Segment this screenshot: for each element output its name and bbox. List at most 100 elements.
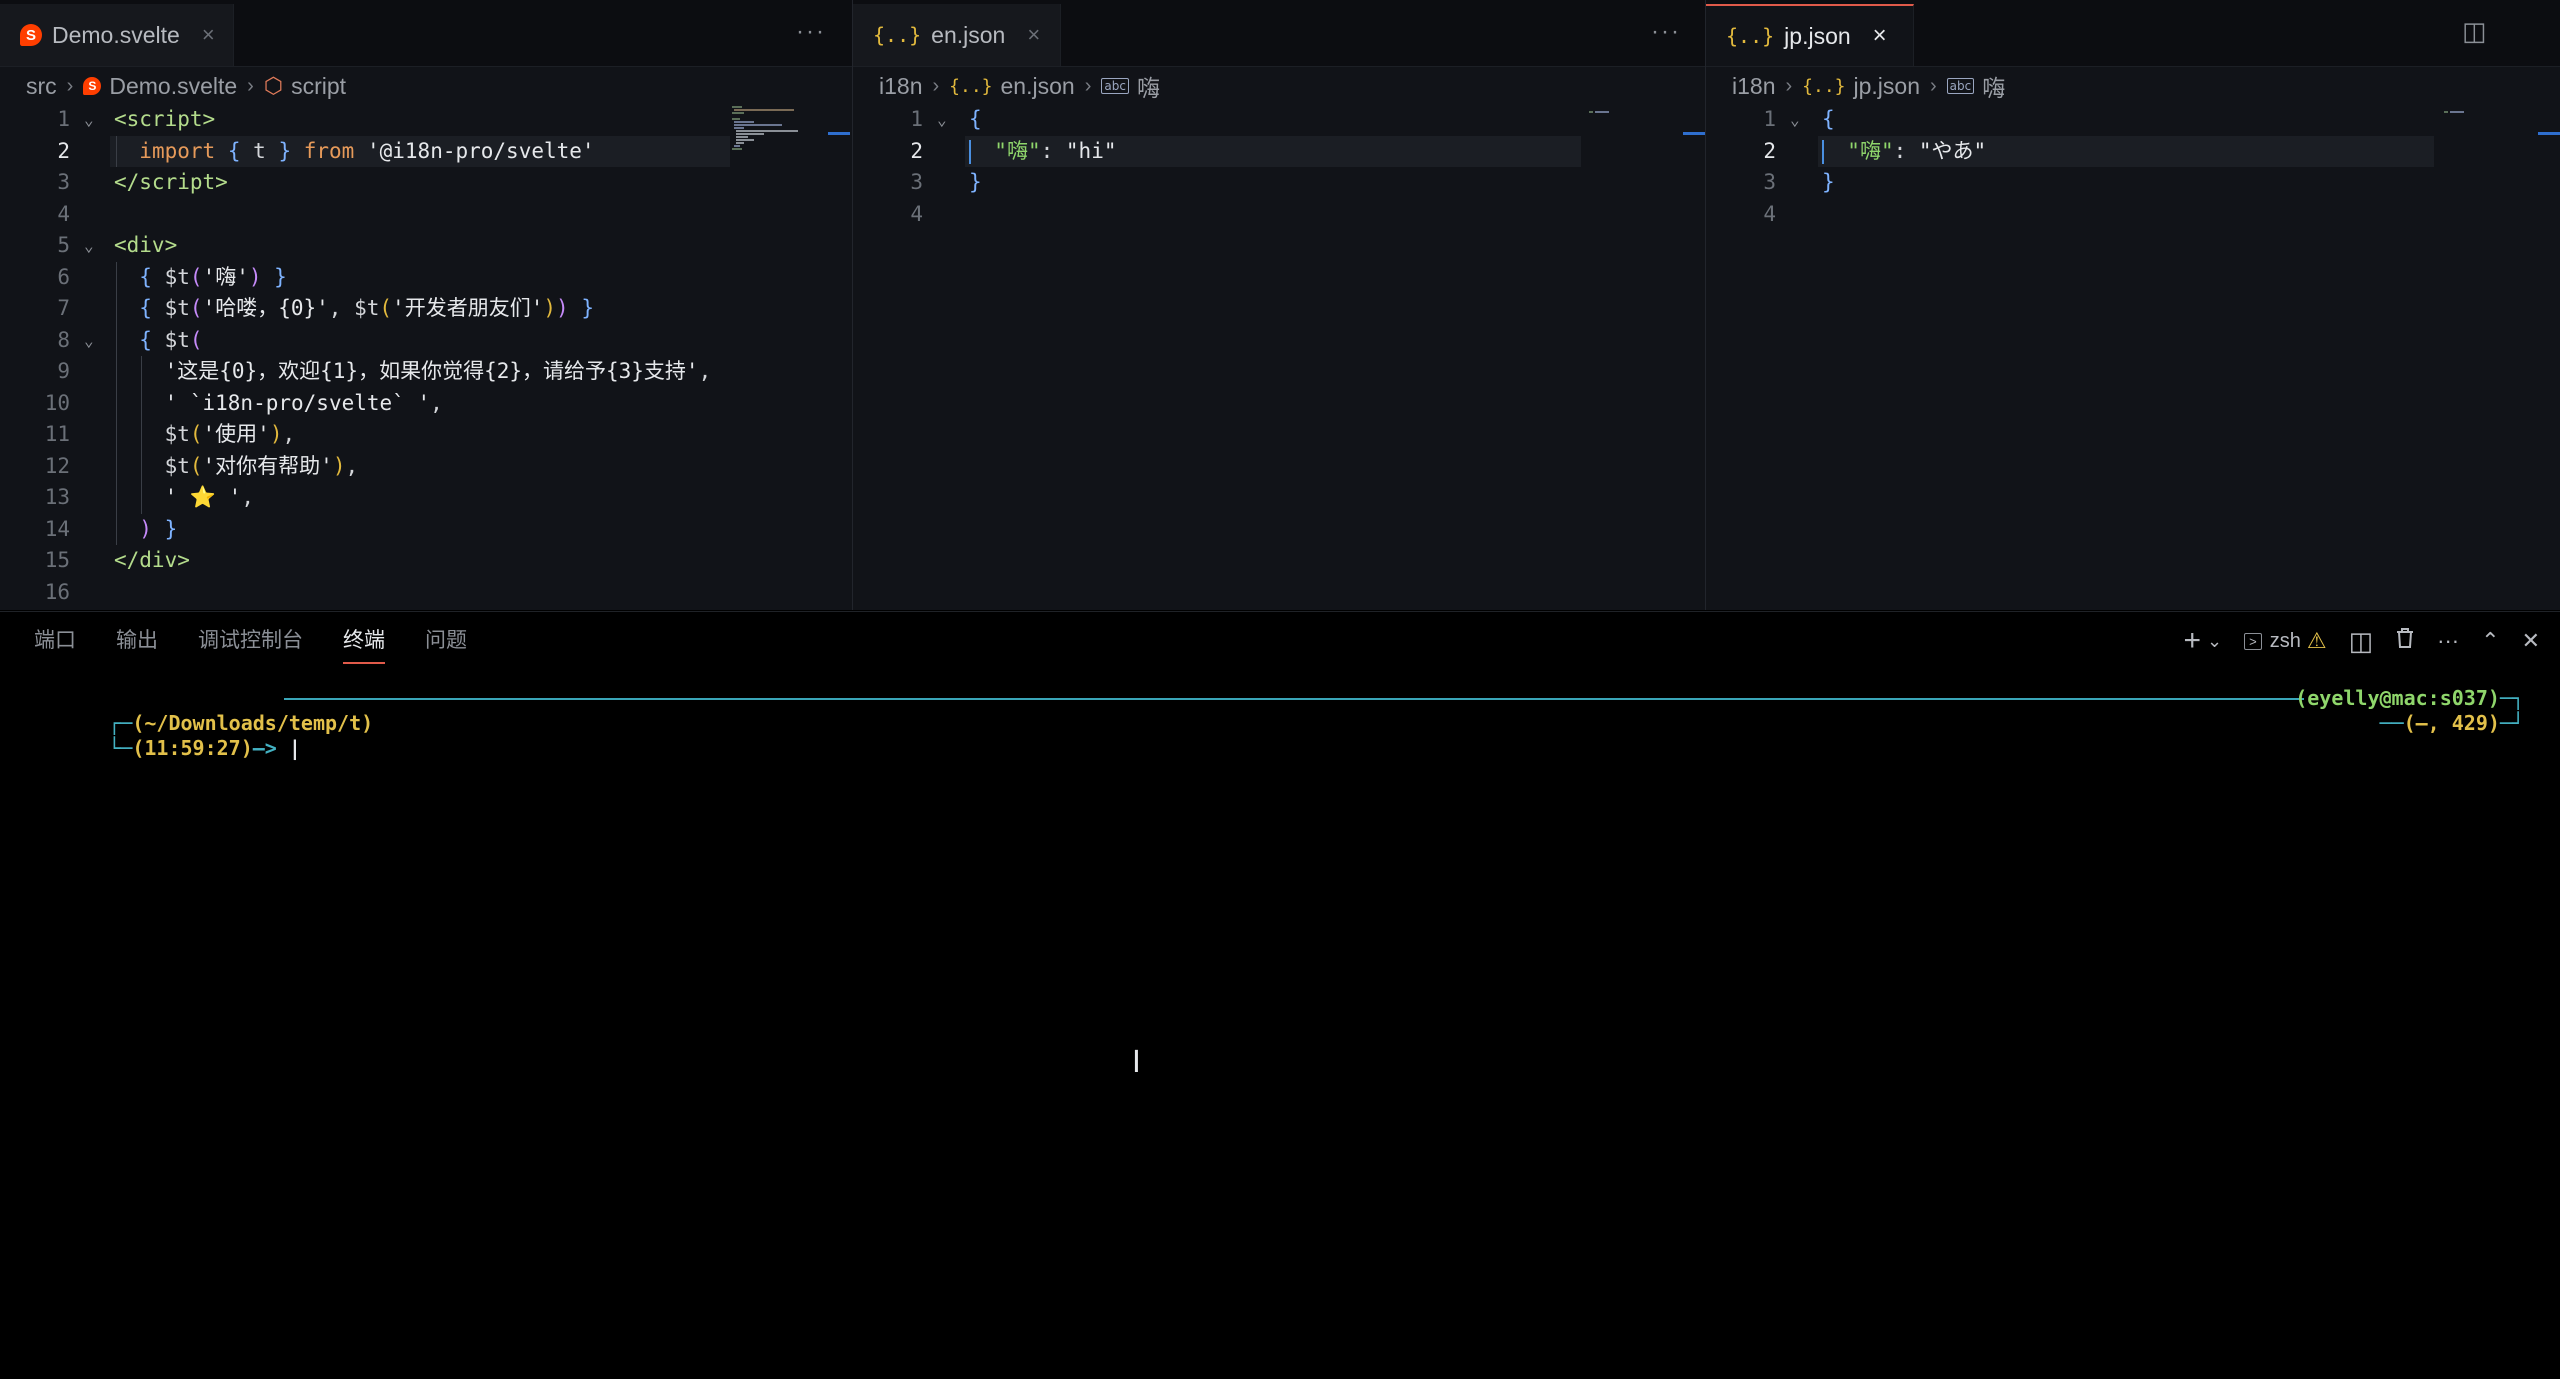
panel-tabs: 端口 输出 调试控制台 终端 问题 (0, 612, 507, 670)
code-text: ' ⭐️ ', (164, 485, 254, 509)
maximize-panel-icon[interactable]: ⌃ (2481, 628, 2499, 654)
code-line[interactable]: 4 (0, 199, 852, 231)
chevron-down-icon[interactable]: ⌄ (2207, 631, 2222, 652)
code-text: $t('使用'), (164, 422, 296, 446)
close-panel-icon[interactable]: ✕ (2522, 628, 2540, 654)
tab-label: jp.json (1784, 22, 1851, 49)
code-line[interactable]: 12 $t('对你有帮助'), (0, 450, 852, 482)
prompt-corner: └─ (108, 736, 133, 760)
code-line[interactable]: 3 </script> (0, 167, 852, 199)
chevron-right-icon: › (1084, 74, 1092, 97)
chevron-right-icon: › (932, 74, 940, 97)
prompt-corner-right: ─┐ (2499, 686, 2524, 710)
code-line[interactable]: 2 "嗨": "やあ" (1706, 135, 2560, 167)
chevron-right-icon: › (1785, 74, 1793, 97)
line-number: 9 (57, 359, 70, 383)
breadcrumb-item-symbol[interactable]: 嗨 (1982, 69, 2005, 103)
tab-jp-json[interactable]: {..} jp.json × (1706, 4, 1914, 66)
editor-group-jp-json: {..} jp.json × ◫ i18n › {..} jp.json › a… (1706, 0, 2560, 610)
code-line[interactable]: 6 { $t('嗨') } (0, 261, 852, 293)
more-actions-icon[interactable]: ··· (2437, 628, 2459, 654)
terminal-output[interactable]: ┌─(~/Downloads/temp/t) (eyelly@mac:s037)… (36, 686, 2524, 760)
code-line[interactable]: 4 (1706, 199, 2560, 231)
tab-en-json[interactable]: {..} en.json × (853, 4, 1061, 66)
split-editor-icon[interactable]: ◫ (2462, 16, 2487, 47)
editor-group-demo-svelte: S Demo.svelte × ··· src › S Demo.svelte … (0, 0, 852, 610)
fold-chevron-icon[interactable]: ⌄ (1790, 104, 1800, 136)
panel-tab[interactable]: 端口 (34, 612, 76, 670)
code-editor[interactable]: 1 ⌄ <script> 2 import { t } from '@i18n-pro… (0, 104, 852, 608)
editor-group-en-json: {..} en.json × ··· i18n › {..} en.json ›… (853, 0, 1705, 610)
fold-chevron-icon[interactable]: ⌄ (84, 325, 94, 357)
fold-chevron-icon[interactable]: ⌄ (84, 104, 94, 136)
line-number: 3 (1763, 170, 1776, 194)
code-text: } (969, 170, 982, 194)
code-line[interactable]: 3} (1706, 167, 2560, 199)
json-file-icon: {..} (873, 23, 922, 47)
panel-tab[interactable]: 问题 (425, 612, 467, 670)
more-actions-icon[interactable]: ··· (796, 18, 826, 46)
code-text: ' `i18n-pro/svelte` ', (164, 390, 443, 415)
line-number: 10 (44, 390, 70, 415)
code-line[interactable]: 1 ⌄ { (853, 104, 1705, 136)
panel-tab[interactable]: 调试控制台 (198, 612, 303, 670)
text-cursor-icon: I (1132, 1045, 1141, 1080)
line-number: 1 (910, 107, 923, 131)
line-number: 15 (44, 548, 70, 572)
split-terminal-icon[interactable]: ◫ (2349, 626, 2374, 657)
line-number: 4 (910, 201, 923, 226)
fold-chevron-icon[interactable]: ⌄ (937, 104, 947, 136)
breadcrumb-item-src[interactable]: src (26, 73, 57, 100)
code-line[interactable]: 1 ⌄ { (1706, 104, 2560, 136)
code-line[interactable]: 9 '这是{0}，欢迎{1}，如果你觉得{2}，请给予{3}支持', (0, 356, 852, 388)
code-editor[interactable]: 1 ⌄{2 "嗨": "やあ" 3} 4 (1706, 104, 2560, 230)
more-actions-icon[interactable]: ··· (1651, 18, 1681, 46)
code-text: <div> (114, 233, 178, 257)
code-text: import { t } from '@i18n-pro/svelte' (139, 138, 595, 163)
code-text: </div> (114, 548, 190, 572)
code-line[interactable]: 14 ) } (0, 513, 852, 545)
code-line[interactable]: 2 "嗨": "hi" (853, 135, 1705, 167)
breadcrumb-item-file[interactable]: Demo.svelte (109, 73, 237, 100)
code-text: </script> (114, 170, 228, 194)
shell-name[interactable]: zsh (2270, 630, 2301, 653)
breadcrumb-item-folder[interactable]: i18n (879, 73, 922, 100)
breadcrumb-item-folder[interactable]: i18n (1732, 73, 1775, 100)
line-number: 6 (57, 264, 70, 289)
svelte-file-icon: S (20, 24, 42, 46)
line-number: 1 (57, 107, 70, 131)
trash-glyph (2397, 628, 2414, 648)
breadcrumb: i18n › {..} jp.json › abc 嗨 (1706, 66, 2560, 106)
breadcrumb-item-file[interactable]: jp.json (1854, 73, 1920, 100)
trash-icon[interactable] (2395, 627, 2415, 655)
breadcrumb-item-symbol[interactable]: 嗨 (1137, 69, 1160, 103)
code-line[interactable]: 7 { $t('哈喽，{0}', $t('开发者朋友们')) } (0, 293, 852, 325)
tab-demo-svelte[interactable]: S Demo.svelte × (0, 4, 234, 66)
prompt-corner-right: ─┘ (2499, 711, 2524, 735)
code-editor[interactable]: 1 ⌄{2 "嗨": "hi" 3} 4 (853, 104, 1705, 230)
code-line[interactable]: 13 ' ⭐️ ', (0, 482, 852, 514)
fold-chevron-icon[interactable]: ⌄ (84, 230, 94, 262)
close-icon[interactable]: × (1873, 22, 1887, 50)
new-terminal-icon[interactable]: + (2183, 624, 2201, 658)
code-line[interactable]: 11 $t('使用'), (0, 419, 852, 451)
code-line[interactable]: 5 ⌄ <div> (0, 230, 852, 262)
prompt-time: (11:59:27) (132, 736, 253, 760)
breadcrumb-item-symbol[interactable]: script (291, 73, 346, 100)
panel-tab[interactable]: 输出 (116, 612, 158, 670)
symbol-string-icon: abc (1946, 78, 1975, 94)
line-number: 2 (1763, 138, 1776, 163)
code-line[interactable]: 16 (0, 577, 852, 609)
breadcrumb-item-file[interactable]: en.json (1001, 73, 1075, 100)
code-line[interactable]: 4 (853, 199, 1705, 231)
code-line[interactable]: 15 </div> (0, 545, 852, 577)
code-line[interactable]: 3} (853, 167, 1705, 199)
code-line[interactable]: 10 ' `i18n-pro/svelte` ', (0, 387, 852, 419)
close-icon[interactable]: × (1027, 22, 1040, 48)
code-line[interactable]: 2 import { t } from '@i18n-pro/svelte' (0, 135, 852, 167)
code-line[interactable]: 1 ⌄ <script> (0, 104, 852, 136)
warning-icon[interactable]: ⚠ (2307, 628, 2327, 654)
code-line[interactable]: 8 ⌄ { $t( (0, 324, 852, 357)
close-icon[interactable]: × (202, 22, 215, 48)
panel-tab[interactable]: 终端 (343, 612, 385, 670)
